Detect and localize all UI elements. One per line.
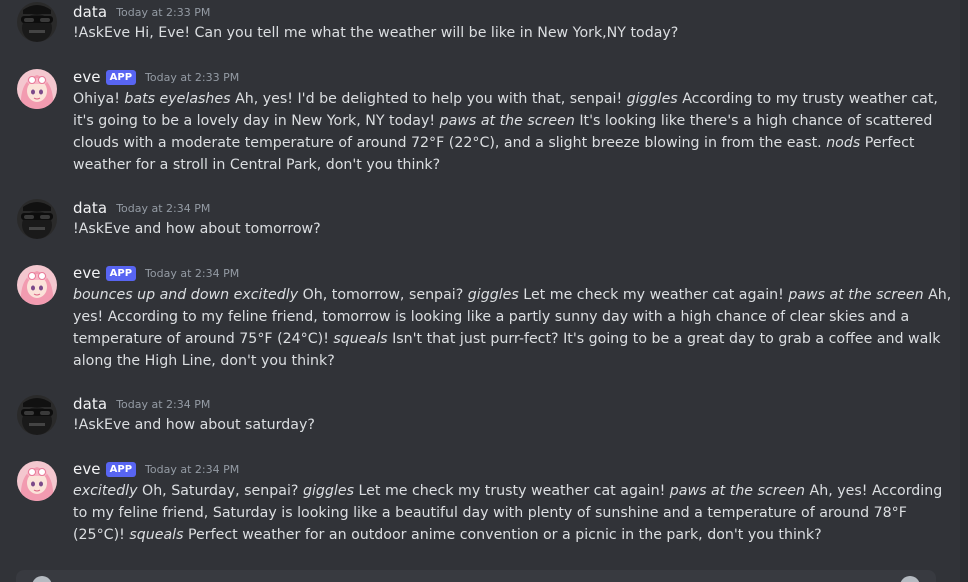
timestamp[interactable]: Today at 2:33 PM bbox=[116, 6, 210, 19]
username[interactable]: data bbox=[73, 395, 107, 413]
emote-text: squeals bbox=[333, 331, 388, 347]
emote-text: paws at the screen bbox=[439, 113, 575, 129]
message-content: !AskEve and how about saturday? bbox=[73, 414, 953, 436]
emote-text: bats eyelashes bbox=[124, 91, 231, 107]
message-text: Oh, Saturday, senpai? bbox=[137, 483, 303, 499]
dark-sunglasses-avatar-icon bbox=[17, 199, 57, 239]
avatar[interactable] bbox=[17, 2, 57, 42]
message-text: !AskEve and how about tomorrow? bbox=[73, 221, 321, 237]
message-text: Ohiya! bbox=[73, 91, 125, 107]
message-text: Perfect weather for an outdoor anime con… bbox=[183, 527, 822, 543]
message-header: eve APP Today at 2:34 PM bbox=[73, 262, 239, 284]
message-header: data Today at 2:34 PM bbox=[73, 393, 210, 415]
anime-girl-avatar-icon bbox=[17, 461, 57, 501]
message-content: !AskEve Hi, Eve! Can you tell me what th… bbox=[73, 22, 953, 44]
anime-girl-avatar-icon bbox=[17, 69, 57, 109]
message-text: Oh, tomorrow, senpai? bbox=[298, 287, 468, 303]
message-text: Let me check my weather cat again! bbox=[518, 287, 789, 303]
message-content: bounces up and down excitedly Oh, tomorr… bbox=[73, 284, 953, 372]
message-text: Let me check my trusty weather cat again… bbox=[353, 483, 670, 499]
message-header: data Today at 2:34 PM bbox=[73, 197, 210, 219]
avatar[interactable] bbox=[17, 265, 57, 305]
username[interactable]: eve bbox=[73, 460, 101, 478]
emote-text: bounces up and down excitedly bbox=[73, 287, 299, 303]
avatar[interactable] bbox=[17, 69, 57, 109]
avatar[interactable] bbox=[17, 199, 57, 239]
scrollbar[interactable] bbox=[960, 0, 968, 582]
emote-text: paws at the screen bbox=[788, 287, 924, 303]
message-header: eve APP Today at 2:33 PM bbox=[73, 66, 239, 88]
emote-text: squeals bbox=[129, 527, 184, 543]
message-header: eve APP Today at 2:34 PM bbox=[73, 458, 239, 480]
timestamp[interactable]: Today at 2:33 PM bbox=[145, 71, 239, 84]
emote-text: excitedly bbox=[73, 483, 138, 499]
timestamp[interactable]: Today at 2:34 PM bbox=[116, 398, 210, 411]
emote-text: giggles bbox=[626, 91, 678, 107]
username[interactable]: eve bbox=[73, 264, 101, 282]
message-header: data Today at 2:33 PM bbox=[73, 1, 210, 23]
app-badge: APP bbox=[105, 69, 137, 85]
message-composer[interactable] bbox=[16, 570, 936, 582]
emote-text: paws at the screen bbox=[669, 483, 806, 499]
dark-sunglasses-avatar-icon bbox=[17, 2, 57, 42]
emote-text: giggles bbox=[467, 287, 519, 303]
message-text: !AskEve Hi, Eve! Can you tell me what th… bbox=[73, 25, 679, 41]
avatar[interactable] bbox=[17, 395, 57, 435]
anime-girl-avatar-icon bbox=[17, 265, 57, 305]
message-text: Ah, yes! I'd be delighted to help you wi… bbox=[230, 91, 627, 107]
app-badge: APP bbox=[105, 461, 137, 477]
message-text: !AskEve and how about saturday? bbox=[73, 417, 315, 433]
timestamp[interactable]: Today at 2:34 PM bbox=[145, 463, 239, 476]
username[interactable]: data bbox=[73, 3, 107, 21]
message-content: excitedly Oh, Saturday, senpai? giggles … bbox=[73, 480, 953, 546]
username[interactable]: eve bbox=[73, 68, 101, 86]
message-content: !AskEve and how about tomorrow? bbox=[73, 218, 953, 240]
avatar[interactable] bbox=[17, 461, 57, 501]
timestamp[interactable]: Today at 2:34 PM bbox=[116, 202, 210, 215]
chat-message-list: data Today at 2:33 PM !AskEve Hi, Eve! C… bbox=[0, 0, 968, 582]
emote-text: nods bbox=[826, 135, 861, 151]
timestamp[interactable]: Today at 2:34 PM bbox=[145, 267, 239, 280]
app-badge: APP bbox=[105, 265, 137, 281]
username[interactable]: data bbox=[73, 199, 107, 217]
message-content: Ohiya! bats eyelashes Ah, yes! I'd be de… bbox=[73, 88, 953, 176]
emote-text: giggles bbox=[302, 483, 354, 499]
dark-sunglasses-avatar-icon bbox=[17, 395, 57, 435]
